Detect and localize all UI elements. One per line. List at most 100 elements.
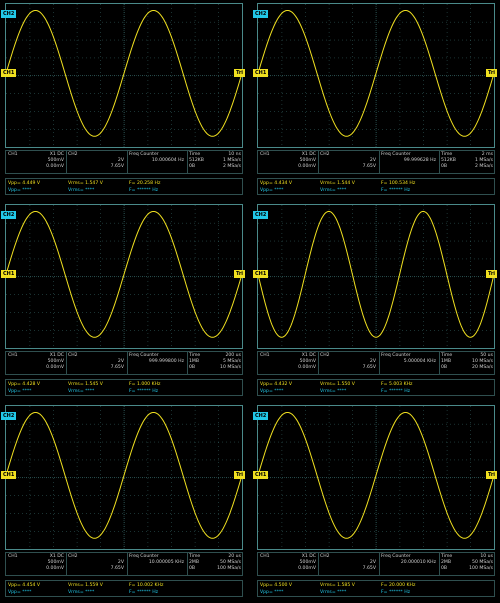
ch1-vrms: Vrms= 1.559 V: [68, 583, 103, 588]
ch1-freq: F= 100.534 Hz: [381, 181, 416, 186]
ch2-vrms: Vrms= ****: [320, 389, 347, 394]
ch1-level-marker[interactable]: CH1: [1, 471, 17, 479]
freq-counter-value: 10.000005 KHz: [148, 560, 184, 565]
waveform-svg: [6, 205, 242, 348]
ch1-waveform: [6, 10, 242, 137]
waveform-display[interactable]: [5, 204, 243, 349]
ch2-offset: 7.65V: [362, 365, 376, 370]
ch2-vpp: Vpp= ****: [260, 188, 284, 193]
ch1-name: CH1: [8, 554, 18, 559]
channel-info-bar: CH1 X1 DC 500mV 0.00mV CH2 2V 7.65V Freq…: [5, 150, 243, 174]
ch1-vrms: Vrms= 1.544 V: [320, 181, 355, 186]
ch1-vrms: Vrms= 1.545 V: [68, 382, 103, 387]
ch1-level-marker[interactable]: CH1: [1, 270, 17, 278]
scope-panel: CH2 CH1 Tri CH1 X1 DC 500mV 0.00mV CH2 2…: [0, 402, 246, 601]
waveform-display[interactable]: [257, 3, 495, 148]
trigger-offset: 0B: [189, 566, 196, 571]
waveform-display[interactable]: [257, 405, 495, 550]
ch2-offset: 7.65V: [110, 365, 124, 370]
channel-info-bar: CH1 X1 DC 500mV 0.00mV CH2 2V 7.65V Freq…: [257, 351, 495, 375]
freq-counter-value: 10.000604 Hz: [151, 158, 184, 163]
ch2-vpp: Vpp= ****: [260, 590, 284, 595]
ch2-freq: F= ****** Hz: [381, 389, 411, 394]
ch2-level-marker[interactable]: CH2: [1, 10, 17, 18]
waveform-svg: [6, 4, 242, 147]
scope-panel: CH2 CH1 Tri CH1 X1 DC 500mV 0.00mV CH2 2…: [0, 201, 246, 400]
waveform-display[interactable]: [257, 204, 495, 349]
scope-panel: CH2 CH1 Tri CH1 X1 DC 500mV 0.00mV CH2 2…: [252, 402, 498, 601]
ch1-vpp: Vpp= 4.500 V: [260, 583, 293, 588]
trigger-offset: 0B: [441, 365, 448, 370]
measurement-bar: Vpp= 4.428 V Vrms= 1.545 V F= 1.000 KHz …: [5, 379, 243, 396]
ch2-freq: F= ****** Hz: [129, 590, 159, 595]
trigger-level-marker[interactable]: Tri: [233, 471, 245, 479]
scope-panel: CH2 CH1 Tri CH1 X1 DC 500mV 0.00mV CH2 2…: [252, 0, 498, 199]
ch1-level-marker[interactable]: CH1: [253, 69, 269, 77]
ch1-vrms: Vrms= 1.547 V: [68, 181, 103, 186]
ch2-freq: F= ****** Hz: [381, 188, 411, 193]
ch1-level-marker[interactable]: CH1: [253, 270, 269, 278]
ch2-offset: 7.65V: [362, 164, 376, 169]
ch1-freq: F= 5.003 KHz: [381, 382, 413, 387]
ch2-level-marker[interactable]: CH2: [253, 211, 269, 219]
measurement-bar: Vpp= 4.500 V Vrms= 1.585 V F= 20.000 KHz…: [257, 580, 495, 597]
ch2-level-marker[interactable]: CH2: [253, 10, 269, 18]
trigger-level-marker[interactable]: Tri: [485, 471, 497, 479]
trigger-offset: 0B: [189, 164, 196, 169]
ch2-vpp: Vpp= ****: [8, 389, 32, 394]
ch1-waveform: [6, 211, 242, 338]
sample-rate-2: 100 MSa/s: [217, 566, 241, 571]
freq-counter-value: 99.999628 Hz: [403, 158, 436, 163]
waveform-display[interactable]: [5, 3, 243, 148]
ch2-name: CH2: [320, 152, 330, 157]
measurement-bar: Vpp= 4.454 V Vrms= 1.559 V F= 10.002 KHz…: [5, 580, 243, 597]
ch2-vrms: Vrms= ****: [68, 389, 95, 394]
freq-counter-value: 999.999800 Hz: [148, 359, 184, 364]
ch1-offset: 0.00mV: [298, 164, 316, 169]
channel-info-bar: CH1 X1 DC 500mV 0.00mV CH2 2V 7.65V Freq…: [257, 552, 495, 576]
ch2-vrms: Vrms= ****: [68, 188, 95, 193]
ch1-freq: F= 20.258 Hz: [129, 181, 161, 186]
ch1-waveform: [258, 412, 494, 539]
ch1-level-marker[interactable]: CH1: [1, 69, 17, 77]
waveform-display[interactable]: [5, 405, 243, 550]
ch2-name: CH2: [320, 554, 330, 559]
scope-panel: CH2 CH1 Tri CH1 X1 DC 500mV 0.00mV CH2 2…: [252, 201, 498, 400]
trigger-level-marker[interactable]: Tri: [233, 69, 245, 77]
ch2-vpp: Vpp= ****: [8, 188, 32, 193]
ch2-freq: F= ****** Hz: [129, 389, 159, 394]
ch2-offset: 7.65V: [362, 566, 376, 571]
sample-rate-2: 2 MSa/s: [474, 164, 493, 169]
ch2-name: CH2: [68, 152, 78, 157]
measurement-bar: Vpp= 4.432 V Vrms= 1.550 V F= 5.003 KHz …: [257, 379, 495, 396]
sample-rate-2: 100 MSa/s: [469, 566, 493, 571]
ch2-vpp: Vpp= ****: [260, 389, 284, 394]
sample-rate-2: 10 MSa/s: [220, 365, 241, 370]
ch1-offset: 0.00mV: [46, 164, 64, 169]
ch1-level-marker[interactable]: CH1: [253, 471, 269, 479]
ch2-vpp: Vpp= ****: [8, 590, 32, 595]
ch1-vrms: Vrms= 1.585 V: [320, 583, 355, 588]
trigger-level-marker[interactable]: Tri: [485, 270, 497, 278]
trigger-offset: 0B: [441, 164, 448, 169]
ch1-waveform: [6, 412, 242, 539]
ch1-vpp: Vpp= 4.454 V: [8, 583, 41, 588]
ch2-offset: 7.65V: [110, 164, 124, 169]
ch1-vpp: Vpp= 4.434 V: [260, 181, 293, 186]
waveform-svg: [258, 4, 494, 147]
ch2-level-marker[interactable]: CH2: [1, 412, 17, 420]
ch2-level-marker[interactable]: CH2: [253, 412, 269, 420]
ch1-name: CH1: [260, 353, 270, 358]
trigger-level-marker[interactable]: Tri: [233, 270, 245, 278]
ch2-level-marker[interactable]: CH2: [1, 211, 17, 219]
ch2-vrms: Vrms= ****: [320, 188, 347, 193]
sample-rate-2: 2 MSa/s: [222, 164, 241, 169]
ch1-name: CH1: [260, 152, 270, 157]
ch1-offset: 0.00mV: [46, 566, 64, 571]
ch1-name: CH1: [8, 353, 18, 358]
sample-rate-2: 20 MSa/s: [472, 365, 493, 370]
trigger-level-marker[interactable]: Tri: [485, 69, 497, 77]
channel-info-bar: CH1 X1 DC 500mV 0.00mV CH2 2V 7.65V Freq…: [5, 351, 243, 375]
measurement-bar: Vpp= 4.449 V Vrms= 1.547 V F= 20.258 Hz …: [5, 178, 243, 195]
ch1-freq: F= 10.002 KHz: [129, 583, 164, 588]
